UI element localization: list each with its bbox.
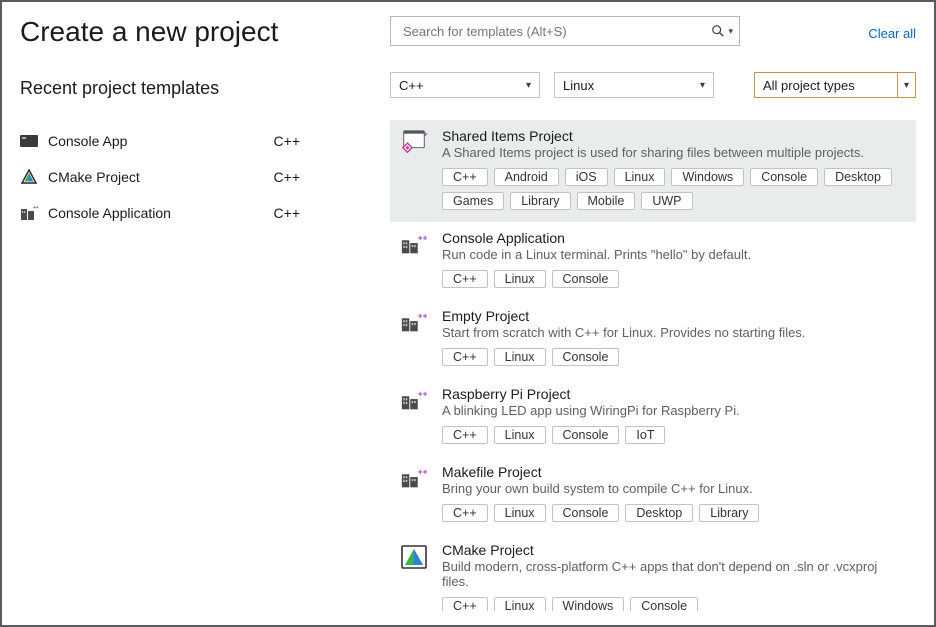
template-tags: C++ Linux Console <box>442 348 906 366</box>
template-name: Empty Project <box>442 308 906 324</box>
template-name: Shared Items Project <box>442 128 906 144</box>
svg-text:++: ++ <box>418 466 428 476</box>
template-tag: Games <box>442 192 504 210</box>
template-tag: Linux <box>614 168 666 186</box>
template-tag: UWP <box>641 192 692 210</box>
template-tag: C++ <box>442 504 488 522</box>
template-icon: ++ <box>400 130 430 160</box>
recent-template-name: Console App <box>48 133 127 149</box>
search-field[interactable] <box>401 23 711 40</box>
template-name: Raspberry Pi Project <box>442 386 906 402</box>
template-tag: Console <box>552 348 620 366</box>
recent-template-lang: C++ <box>274 169 300 185</box>
template-tag: Console <box>552 270 620 288</box>
recent-template-icon: ++ <box>20 205 38 221</box>
filter-language-value: C++ <box>399 78 424 93</box>
template-description: Build modern, cross-platform C++ apps th… <box>442 559 906 589</box>
svg-text:++: ++ <box>418 388 428 398</box>
search-dropdown-caret-icon[interactable]: ▾ <box>728 26 733 37</box>
template-item[interactable]: ++ Shared Items ProjectA Shared Items pro… <box>390 120 916 222</box>
template-tag: Mobile <box>577 192 636 210</box>
filter-project-type-select[interactable]: All project types ▾ <box>754 72 916 98</box>
recent-template-name: CMake Project <box>48 169 140 185</box>
template-tag: Linux <box>494 426 546 444</box>
template-description: A blinking LED app using WiringPi for Ra… <box>442 403 906 418</box>
template-item[interactable]: ++ Makefile ProjectBring your own build s… <box>390 456 916 534</box>
recent-template-item[interactable]: Console App C++ <box>20 123 390 159</box>
recent-template-icon <box>20 133 38 149</box>
recent-template-item[interactable]: CMake Project C++ <box>20 159 390 195</box>
search-icon[interactable]: ▾ <box>711 24 733 38</box>
template-name: Makefile Project <box>442 464 906 480</box>
template-tag: Linux <box>494 504 546 522</box>
template-tag: Android <box>494 168 559 186</box>
recent-template-lang: C++ <box>274 133 300 149</box>
template-name: CMake Project <box>442 542 906 558</box>
template-tag: Console <box>552 426 620 444</box>
recent-templates-heading: Recent project templates <box>20 78 390 99</box>
template-item[interactable]: ++ Raspberry Pi ProjectA blinking LED app… <box>390 378 916 456</box>
template-tag: iOS <box>565 168 608 186</box>
template-tag: Linux <box>494 270 546 288</box>
template-tag: Desktop <box>625 504 693 522</box>
template-name: Console Application <box>442 230 906 246</box>
template-tags: C++ Linux Console <box>442 270 906 288</box>
template-tags: C++ Linux Windows Console <box>442 597 906 611</box>
chevron-down-icon: ▾ <box>526 80 531 91</box>
template-icon: ++ <box>400 388 430 418</box>
template-icon <box>400 544 430 574</box>
filter-language-select[interactable]: C++ ▾ <box>390 72 540 98</box>
template-description: Run code in a Linux terminal. Prints "he… <box>442 247 906 262</box>
template-description: Bring your own build system to compile C… <box>442 481 906 496</box>
filter-platform-value: Linux <box>563 78 594 93</box>
template-tags: C++ Linux Console Desktop Library <box>442 504 906 522</box>
clear-all-link[interactable]: Clear all <box>868 22 916 41</box>
template-tag: Console <box>630 597 698 611</box>
template-icon: ++ <box>400 232 430 262</box>
template-tag: Windows <box>671 168 744 186</box>
svg-text:++: ++ <box>33 205 38 211</box>
template-tag: Windows <box>552 597 625 611</box>
template-tags: C++ Android iOS Linux Windows Console Desktop G… <box>442 168 906 210</box>
template-tag: IoT <box>625 426 665 444</box>
template-item[interactable]: ++ Console ApplicationRun code in a Linux… <box>390 222 916 300</box>
template-tag: Library <box>510 192 570 210</box>
template-list: ++ Shared Items ProjectA Shared Items pro… <box>390 120 916 611</box>
template-item[interactable]: ++ Empty ProjectStart from scratch with C… <box>390 300 916 378</box>
template-tag: C++ <box>442 270 488 288</box>
template-tag: Library <box>699 504 759 522</box>
page-title: Create a new project <box>20 16 390 48</box>
template-icon: ++ <box>400 310 430 340</box>
filter-project-type-value: All project types <box>763 78 855 93</box>
template-description: Start from scratch with C++ for Linux. P… <box>442 325 906 340</box>
template-tag: C++ <box>442 426 488 444</box>
template-tag: Console <box>552 504 620 522</box>
template-description: A Shared Items project is used for shari… <box>442 145 906 160</box>
recent-template-lang: C++ <box>274 205 300 221</box>
chevron-down-icon: ▾ <box>700 80 705 91</box>
recent-templates-list: Console App C++ CMake Project C++ ++ Console … <box>20 123 390 231</box>
recent-template-name: Console Application <box>48 205 171 221</box>
template-tag: C++ <box>442 597 488 611</box>
filter-platform-select[interactable]: Linux ▾ <box>554 72 714 98</box>
template-tag: Linux <box>494 348 546 366</box>
template-tags: C++ Linux Console IoT <box>442 426 906 444</box>
recent-template-icon <box>20 169 38 185</box>
template-item[interactable]: CMake ProjectBuild modern, cross-platfor… <box>390 534 916 611</box>
template-icon: ++ <box>400 466 430 496</box>
template-tag: C++ <box>442 348 488 366</box>
template-tag: C++ <box>442 168 488 186</box>
recent-template-item[interactable]: ++ Console Application C++ <box>20 195 390 231</box>
svg-text:++: ++ <box>418 310 428 320</box>
chevron-down-icon: ▾ <box>904 80 909 91</box>
svg-text:++: ++ <box>418 232 428 242</box>
template-tag: Console <box>750 168 818 186</box>
search-input[interactable]: ▾ <box>390 16 740 46</box>
svg-text:++: ++ <box>423 130 428 138</box>
template-tag: Linux <box>494 597 546 611</box>
template-tag: Desktop <box>824 168 892 186</box>
